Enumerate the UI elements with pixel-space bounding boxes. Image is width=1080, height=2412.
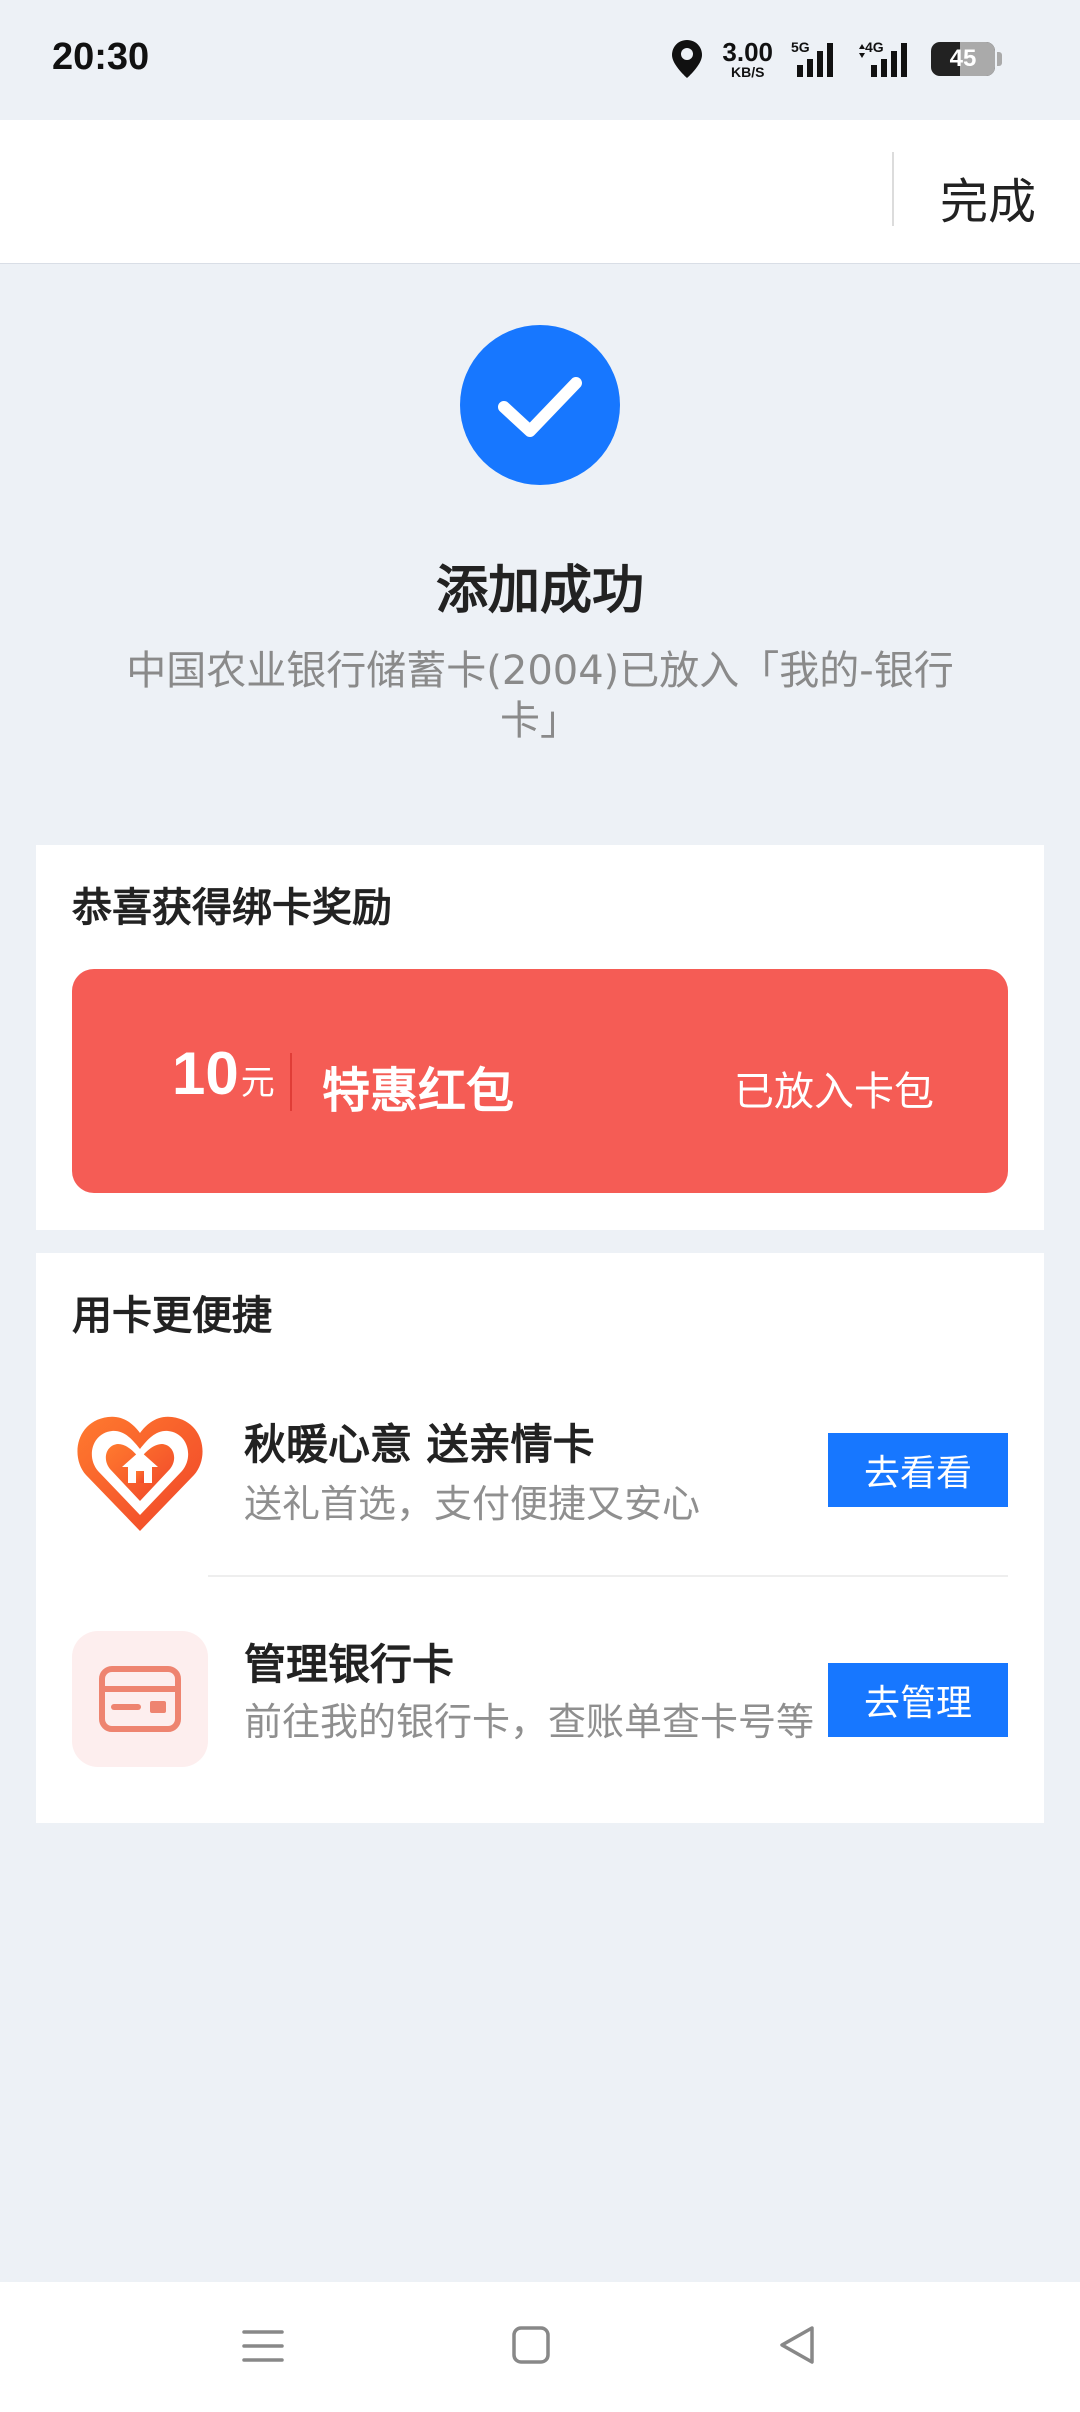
heart-home-icon bbox=[77, 1416, 203, 1531]
reward-name: 特惠红包 bbox=[322, 1063, 515, 1119]
quick-use-card: 用卡更便捷 秋暖心意 送亲情卡 送礼首选，支付便捷又安心 去看看 管理银行卡 前… bbox=[36, 1253, 1044, 1823]
done-button[interactable]: 完成 bbox=[940, 162, 1036, 232]
signal-5g-icon: 5G bbox=[791, 39, 839, 79]
reward-banner: 10 元 特惠红包 已放入卡包 bbox=[72, 969, 1008, 1193]
go-see-button[interactable]: 去看看 bbox=[828, 1433, 1008, 1507]
home-icon[interactable] bbox=[510, 2322, 552, 2370]
network-speed-value: 3.00 bbox=[722, 37, 773, 67]
reward-amount: 10 元 bbox=[172, 1039, 275, 1108]
item-title: 秋暖心意 送亲情卡 bbox=[244, 1420, 595, 1469]
signal-5g-label: 5G bbox=[791, 39, 810, 55]
network-speed-unit: KB/S bbox=[730, 64, 765, 80]
header: 完成 bbox=[0, 120, 1080, 264]
navigation-bar bbox=[0, 2282, 1080, 2412]
header-divider bbox=[892, 152, 894, 226]
reward-amount-value: 10 bbox=[172, 1040, 239, 1107]
status-icons: 3.00 KB/S 5G 4G 45 bbox=[670, 34, 1002, 84]
menu-icon[interactable] bbox=[242, 2322, 284, 2370]
location-icon bbox=[672, 40, 703, 78]
reward-amount-unit: 元 bbox=[240, 1063, 275, 1103]
item-title: 管理银行卡 bbox=[244, 1640, 455, 1689]
reward-separator bbox=[290, 1053, 292, 1111]
success-title: 添加成功 bbox=[435, 561, 644, 621]
item-divider bbox=[208, 1575, 1008, 1577]
bank-card-icon bbox=[72, 1631, 208, 1767]
quick-section-title: 用卡更便捷 bbox=[72, 1293, 272, 1339]
signal-4g-label: 4G bbox=[865, 39, 884, 55]
signal-4g-icon: 4G bbox=[857, 39, 913, 79]
success-description: 中国农业银行储蓄卡(2004)已放入「我的-银行卡」 bbox=[126, 648, 954, 744]
back-icon[interactable] bbox=[776, 2322, 818, 2370]
network-speed: 3.00 KB/S bbox=[722, 39, 773, 79]
item-description: 前往我的银行卡，查账单查卡号等 bbox=[244, 1700, 815, 1744]
battery-tip bbox=[997, 52, 1002, 66]
status-time: 20:30 bbox=[52, 36, 150, 78]
reward-status: 已放入卡包 bbox=[734, 1069, 934, 1115]
manage-button[interactable]: 去管理 bbox=[828, 1663, 1008, 1737]
reward-card: 恭喜获得绑卡奖励 10 元 特惠红包 已放入卡包 bbox=[36, 845, 1044, 1230]
battery-icon: 45 bbox=[931, 42, 995, 76]
item-description: 送礼首选，支付便捷又安心 bbox=[244, 1482, 701, 1526]
battery-level: 45 bbox=[949, 45, 977, 72]
success-check-icon bbox=[460, 325, 620, 485]
reward-section-title: 恭喜获得绑卡奖励 bbox=[72, 885, 392, 931]
status-bar: 20:30 3.00 KB/S 5G 4G 45 bbox=[0, 0, 1080, 120]
